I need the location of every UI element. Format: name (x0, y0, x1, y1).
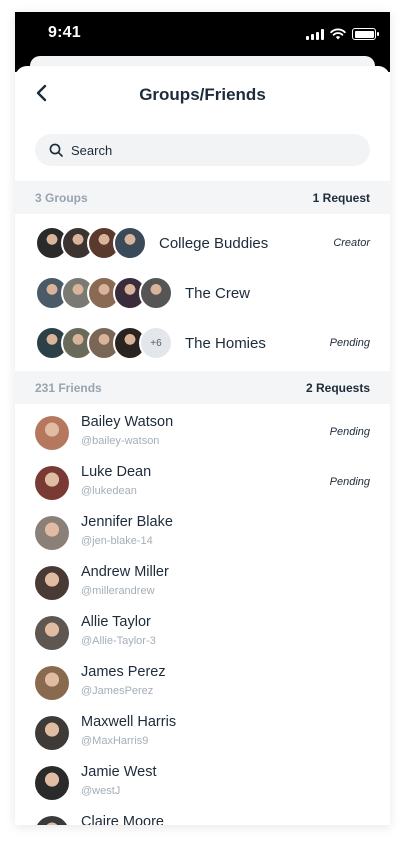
friend-row[interactable]: Andrew Miller @millerandrew (15, 558, 390, 608)
friend-status-tag: Pending (329, 426, 370, 438)
phone-frame: 9:41 Groups/Friends Search 3 Groups 1 Re… (15, 12, 390, 825)
friend-name: Claire Moore (81, 814, 164, 825)
group-avatar-stack (35, 276, 173, 310)
friend-name: Bailey Watson (81, 414, 174, 430)
group-name: The Homies (185, 334, 266, 352)
groups-friends-sheet: Groups/Friends 3 Groups 1 Request Colleg… (15, 66, 390, 825)
friend-handle: @jen-blake-14 (81, 535, 153, 547)
avatar (35, 666, 69, 700)
friend-name: James Perez (81, 664, 166, 680)
avatar (35, 616, 69, 650)
page-title: Groups/Friends (139, 85, 266, 104)
search-icon (49, 143, 63, 157)
friend-row[interactable]: Allie Taylor @Allie-Taylor-3 (15, 608, 390, 658)
friend-row[interactable]: Maxwell Harris @MaxHarris9 (15, 708, 390, 758)
friend-handle: @lukedean (81, 485, 137, 497)
friends-section-header: 231 Friends 2 Requests (15, 371, 390, 404)
group-name: College Buddies (159, 234, 269, 252)
friend-row[interactable]: Claire Moore (15, 808, 390, 825)
friend-name: Maxwell Harris (81, 714, 177, 730)
status-icons (306, 28, 379, 40)
friend-handle: @bailey-watson (81, 435, 160, 447)
avatar (35, 466, 69, 500)
avatar (35, 716, 69, 750)
group-row[interactable]: The Crew (15, 268, 390, 318)
friends-count: 231 Friends (35, 380, 102, 395)
groups-count: 3 Groups (35, 190, 88, 205)
wifi-icon (330, 28, 346, 40)
search-input[interactable] (71, 142, 331, 158)
friend-row[interactable]: Jennifer Blake @jen-blake-14 (15, 508, 390, 558)
friend-status-tag: Pending (329, 476, 370, 488)
group-status-tag: Creator (333, 237, 370, 249)
friend-handle: @MaxHarris9 (81, 735, 149, 747)
group-row[interactable]: +6 The Homies Pending (15, 318, 390, 368)
battery-icon (352, 28, 379, 40)
friend-row[interactable]: James Perez @JamesPerez (15, 658, 390, 708)
friend-name: Allie Taylor (81, 614, 151, 630)
avatar (35, 516, 69, 550)
group-requests-link[interactable]: 1 Request (313, 191, 370, 205)
group-avatar-stack (35, 226, 147, 260)
friend-handle: @Allie-Taylor-3 (81, 635, 156, 647)
avatar (35, 566, 69, 600)
friend-handle: @millerandrew (81, 585, 155, 597)
friend-handle: @westJ (81, 785, 121, 797)
nav-bar: Groups/Friends (15, 66, 390, 122)
group-row[interactable]: College Buddies Creator (15, 218, 390, 268)
group-status-tag: Pending (329, 337, 370, 349)
friend-row[interactable]: Jamie West @westJ (15, 758, 390, 808)
friend-name: Jennifer Blake (81, 514, 173, 530)
search-bar[interactable] (35, 134, 370, 166)
group-avatar-stack: +6 (35, 326, 173, 360)
cellular-signal-icon (306, 28, 324, 40)
friend-name: Andrew Miller (81, 564, 169, 580)
avatar (35, 816, 69, 825)
group-name: The Crew (185, 284, 251, 302)
avatar (139, 276, 173, 310)
more-members-badge: +6 (139, 326, 173, 360)
friend-handle: @JamesPerez (81, 685, 154, 697)
friend-row[interactable]: Bailey Watson @bailey-watson Pending (15, 408, 390, 458)
avatar (35, 766, 69, 800)
friend-row[interactable]: Luke Dean @lukedean Pending (15, 458, 390, 508)
status-time: 9:41 (48, 24, 81, 41)
friend-name: Luke Dean (81, 464, 152, 480)
avatar (35, 416, 69, 450)
friend-name: Jamie West (81, 764, 157, 780)
avatar (113, 226, 147, 260)
friend-requests-link[interactable]: 2 Requests (306, 381, 370, 395)
groups-section-header: 3 Groups 1 Request (15, 181, 390, 214)
